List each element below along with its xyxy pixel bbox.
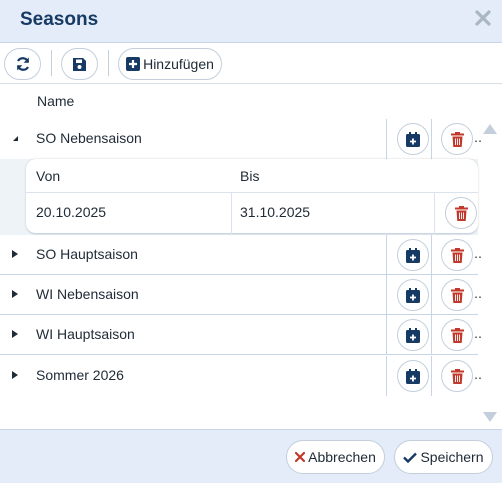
detail-divider — [26, 192, 478, 193]
add-period-button[interactable] — [397, 239, 429, 271]
delete-row-button[interactable] — [441, 123, 473, 155]
delete-row-button[interactable] — [441, 279, 473, 311]
row-overflow-dots: ‥ — [474, 368, 483, 382]
trash-icon — [450, 368, 464, 384]
title-bar: Seasons — [0, 0, 502, 43]
table-row[interactable]: WI Nebensaison ‥ — [0, 275, 482, 315]
column-divider — [231, 193, 232, 234]
row-name: WI Nebensaison — [36, 286, 139, 302]
trash-icon — [450, 247, 464, 263]
table-row[interactable]: WI Hauptsaison ‥ — [0, 315, 482, 355]
toolbar: Hinzufügen — [0, 44, 502, 84]
expand-arrow-icon[interactable] — [10, 329, 20, 339]
calendar-plus-icon — [406, 327, 420, 343]
calendar-plus-icon — [406, 368, 420, 384]
add-period-button[interactable] — [397, 279, 429, 311]
row-overflow-dots: ‥ — [474, 247, 483, 261]
column-divider — [386, 235, 387, 275]
cancel-button-label: Abbrechen — [308, 449, 376, 465]
dialog-title: Seasons — [20, 9, 99, 30]
to-date-value[interactable]: 31.10.2025 — [240, 204, 310, 220]
save-button[interactable]: Speichern — [394, 440, 493, 474]
seasons-dialog: Seasons Hinzufügen Name SO Nebensaison ‥… — [0, 0, 502, 483]
scroll-down-arrow-icon[interactable] — [483, 412, 497, 422]
column-divider — [386, 275, 387, 315]
save-toolbar-button[interactable] — [61, 48, 98, 80]
column-divider — [431, 235, 432, 275]
refresh-button[interactable] — [4, 48, 41, 80]
calendar-plus-icon — [406, 247, 420, 263]
add-button-label: Hinzufügen — [143, 56, 214, 72]
row-overflow-dots: ‥ — [474, 131, 483, 145]
expand-arrow-icon[interactable] — [10, 289, 20, 299]
dialog-footer: Abbrechen Speichern — [0, 429, 502, 483]
expand-arrow-icon[interactable] — [10, 249, 20, 259]
row-name: SO Hauptsaison — [36, 246, 138, 262]
save-button-label: Speichern — [420, 449, 484, 465]
row-overflow-dots: ‥ — [474, 327, 483, 341]
trash-icon — [450, 327, 464, 343]
column-divider — [431, 275, 432, 315]
cancel-button[interactable]: Abbrechen — [286, 440, 385, 474]
x-icon — [295, 452, 306, 462]
from-column-header: Von — [36, 168, 61, 184]
column-divider — [386, 315, 387, 355]
scroll-up-arrow-icon[interactable] — [483, 124, 497, 134]
to-column-header: Bis — [240, 168, 260, 184]
add-button[interactable]: Hinzufügen — [118, 48, 222, 80]
column-divider — [431, 356, 432, 396]
toolbar-separator — [51, 50, 52, 76]
column-divider — [431, 119, 432, 159]
delete-row-button[interactable] — [441, 360, 473, 392]
delete-row-button[interactable] — [441, 239, 473, 271]
expand-arrow-icon[interactable] — [10, 370, 20, 380]
row-overflow-dots: ‥ — [474, 287, 483, 301]
calendar-plus-icon — [406, 131, 420, 147]
calendar-plus-icon — [406, 287, 420, 303]
checkmark-icon — [403, 452, 418, 463]
table-row[interactable]: SO Hauptsaison ‥ — [0, 235, 482, 275]
refresh-icon — [16, 57, 29, 71]
add-period-button[interactable] — [397, 123, 429, 155]
add-period-button[interactable] — [397, 360, 429, 392]
delete-row-button[interactable] — [441, 319, 473, 351]
column-divider — [386, 356, 387, 396]
row-divider — [0, 354, 478, 355]
detail-panel: Von Bis 20.10.2025 31.10.2025 — [26, 159, 478, 234]
table-row[interactable]: Sommer 2026 ‥ — [0, 356, 482, 396]
delete-period-button[interactable] — [445, 197, 477, 229]
table-row-expanded[interactable]: SO Nebensaison ‥ — [0, 119, 482, 159]
close-button[interactable] — [472, 7, 494, 29]
row-name: Sommer 2026 — [36, 367, 124, 383]
collapse-arrow-icon[interactable] — [10, 133, 20, 143]
column-divider — [434, 193, 435, 234]
trash-icon — [450, 287, 464, 303]
close-icon — [475, 10, 491, 26]
from-date-value[interactable]: 20.10.2025 — [36, 204, 106, 220]
toolbar-separator — [108, 50, 109, 76]
add-period-button[interactable] — [397, 319, 429, 351]
row-name: WI Hauptsaison — [36, 326, 135, 342]
column-header-name: Name — [37, 93, 75, 109]
floppy-disk-icon — [73, 57, 86, 71]
trash-icon — [450, 131, 464, 147]
plus-square-icon — [126, 57, 141, 71]
trash-icon — [454, 205, 468, 221]
column-divider — [431, 315, 432, 355]
column-divider — [386, 119, 387, 159]
row-name: SO Nebensaison — [36, 130, 142, 146]
